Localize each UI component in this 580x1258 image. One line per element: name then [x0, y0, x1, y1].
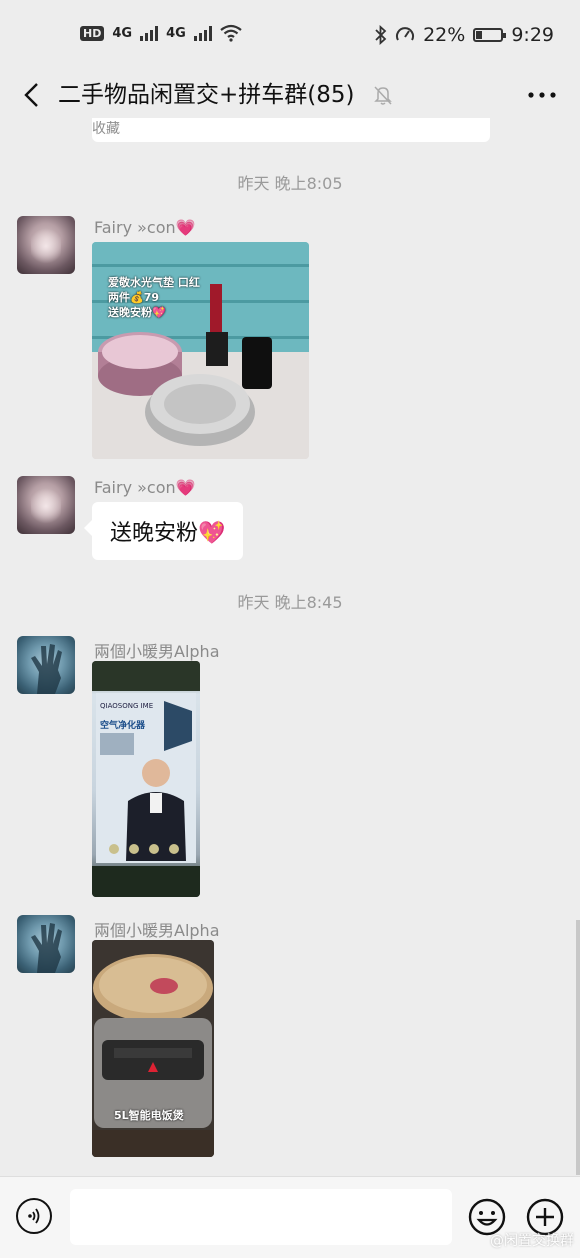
status-right: 22% 9:29	[375, 24, 554, 46]
purifier-photo	[92, 661, 200, 897]
text-message-bubble[interactable]: 送晚安粉💖	[83, 502, 244, 560]
battery-icon	[473, 28, 507, 42]
network-label-2: 4G	[166, 25, 186, 41]
input-bar: @闲置交换群	[0, 1176, 580, 1258]
sender-name: Fairy »con💗	[94, 478, 196, 497]
voice-button[interactable]	[16, 1198, 52, 1234]
more-dots-icon	[528, 92, 556, 98]
back-button[interactable]	[16, 78, 46, 112]
image-message-cosmetics[interactable]: 爱敬水光气垫 口红 两件💰79 送晚安粉💖	[92, 242, 309, 459]
rice-cooker-photo	[92, 940, 214, 1157]
hd-badge: HD	[80, 25, 105, 41]
timestamp: 昨天 晚上8:45	[237, 593, 343, 612]
scrollbar[interactable]	[576, 920, 580, 1175]
hand-silhouette-icon	[31, 644, 62, 694]
heart-emoji: 💗	[175, 478, 196, 497]
image-caption-line3: 送晚安粉💖	[108, 306, 166, 319]
image-message-rice-cooker[interactable]: 5L智能电饭煲	[92, 940, 214, 1157]
watermark: @闲置交换群	[490, 1233, 574, 1249]
message-text: 送晚安粉💖	[110, 521, 226, 546]
signal-icon	[140, 25, 159, 41]
chevron-left-icon	[24, 83, 38, 107]
previous-message-text: 收藏	[92, 121, 120, 137]
status-bar: HD 4G 4G 22% 9:29	[0, 0, 580, 72]
avatar[interactable]	[17, 636, 75, 694]
purifier-headline-text: 空气净化器	[100, 721, 146, 731]
mute-bell-icon	[374, 86, 392, 105]
sender-name: 兩個小暖男Alpha	[94, 921, 220, 940]
image-caption-line2: 两件💰79	[108, 291, 160, 304]
sender-name: Fairy »con💗	[94, 218, 196, 237]
speed-gauge-icon	[396, 27, 415, 41]
bluetooth-icon	[375, 25, 387, 45]
more-button[interactable]	[526, 82, 558, 108]
battery-percent: 22%	[423, 24, 466, 46]
voice-icon	[28, 1208, 40, 1224]
image-message-purifier[interactable]: QIAOSONG IME 空气净化器	[92, 661, 200, 897]
avatar[interactable]	[17, 915, 75, 973]
avatar[interactable]	[17, 476, 75, 534]
chat-title: 二手物品闲置交+拼车群(85)	[58, 82, 355, 108]
purifier-brand-text: QIAOSONG IME	[100, 702, 154, 710]
clock: 9:29	[511, 24, 554, 46]
chat-header: 二手物品闲置交+拼车群(85)	[0, 72, 580, 118]
network-label-1: 4G	[112, 25, 133, 41]
sender-name: 兩個小暖男Alpha	[94, 642, 220, 661]
image-caption: 5L智能电饭煲	[114, 1109, 184, 1122]
previous-message-bubble[interactable]	[92, 118, 490, 142]
wifi-icon	[220, 24, 242, 42]
timestamp: 昨天 晚上8:05	[237, 174, 343, 193]
image-caption-line1: 爱敬水光气垫 口红	[108, 276, 200, 289]
signal-icon-2	[193, 25, 212, 41]
heart-emoji: 💗	[175, 218, 196, 237]
status-left: HD 4G 4G	[80, 24, 242, 42]
avatar[interactable]	[17, 216, 75, 274]
message-input[interactable]	[70, 1189, 452, 1245]
hand-silhouette-icon	[31, 923, 62, 973]
